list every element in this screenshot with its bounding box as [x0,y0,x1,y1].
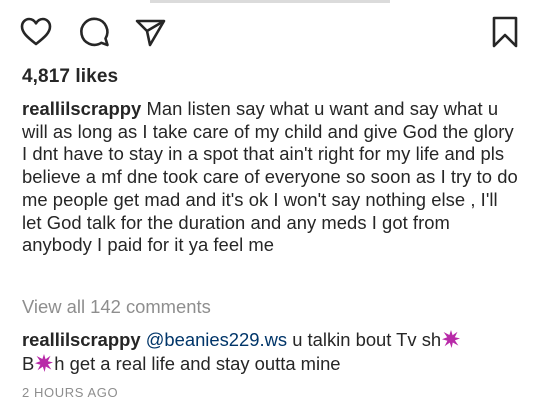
speech-bubble-icon[interactable] [77,15,111,49]
heart-icon[interactable] [19,15,53,49]
post-caption: reallilscrappy Man listen say what u wan… [22,98,522,257]
comment-text-part1: u talkin bout Tv sh [292,329,442,350]
likes-count[interactable]: 4,817 likes [22,66,118,88]
post-timestamp: 2 HOURS AGO [22,385,119,400]
caption-username[interactable]: reallilscrappy [22,98,141,119]
post-action-bar [0,0,540,60]
caption-text: Man listen say what u want and say what … [22,98,518,256]
censor-splat-icon [442,330,461,348]
comment-username[interactable]: reallilscrappy [22,329,141,350]
paper-plane-icon[interactable] [133,15,167,49]
comment-text-part2: B [22,353,35,374]
comment-mention[interactable]: @beanies229.ws [146,329,287,350]
censor-splat-icon [35,354,54,372]
comment-item: reallilscrappy @beanies229.ws u talkin b… [22,328,522,376]
view-all-comments-link[interactable]: View all 142 comments [22,296,211,318]
comment-text-part3: h get a real life and stay outta mine [54,353,341,374]
bookmark-icon[interactable] [490,15,520,49]
